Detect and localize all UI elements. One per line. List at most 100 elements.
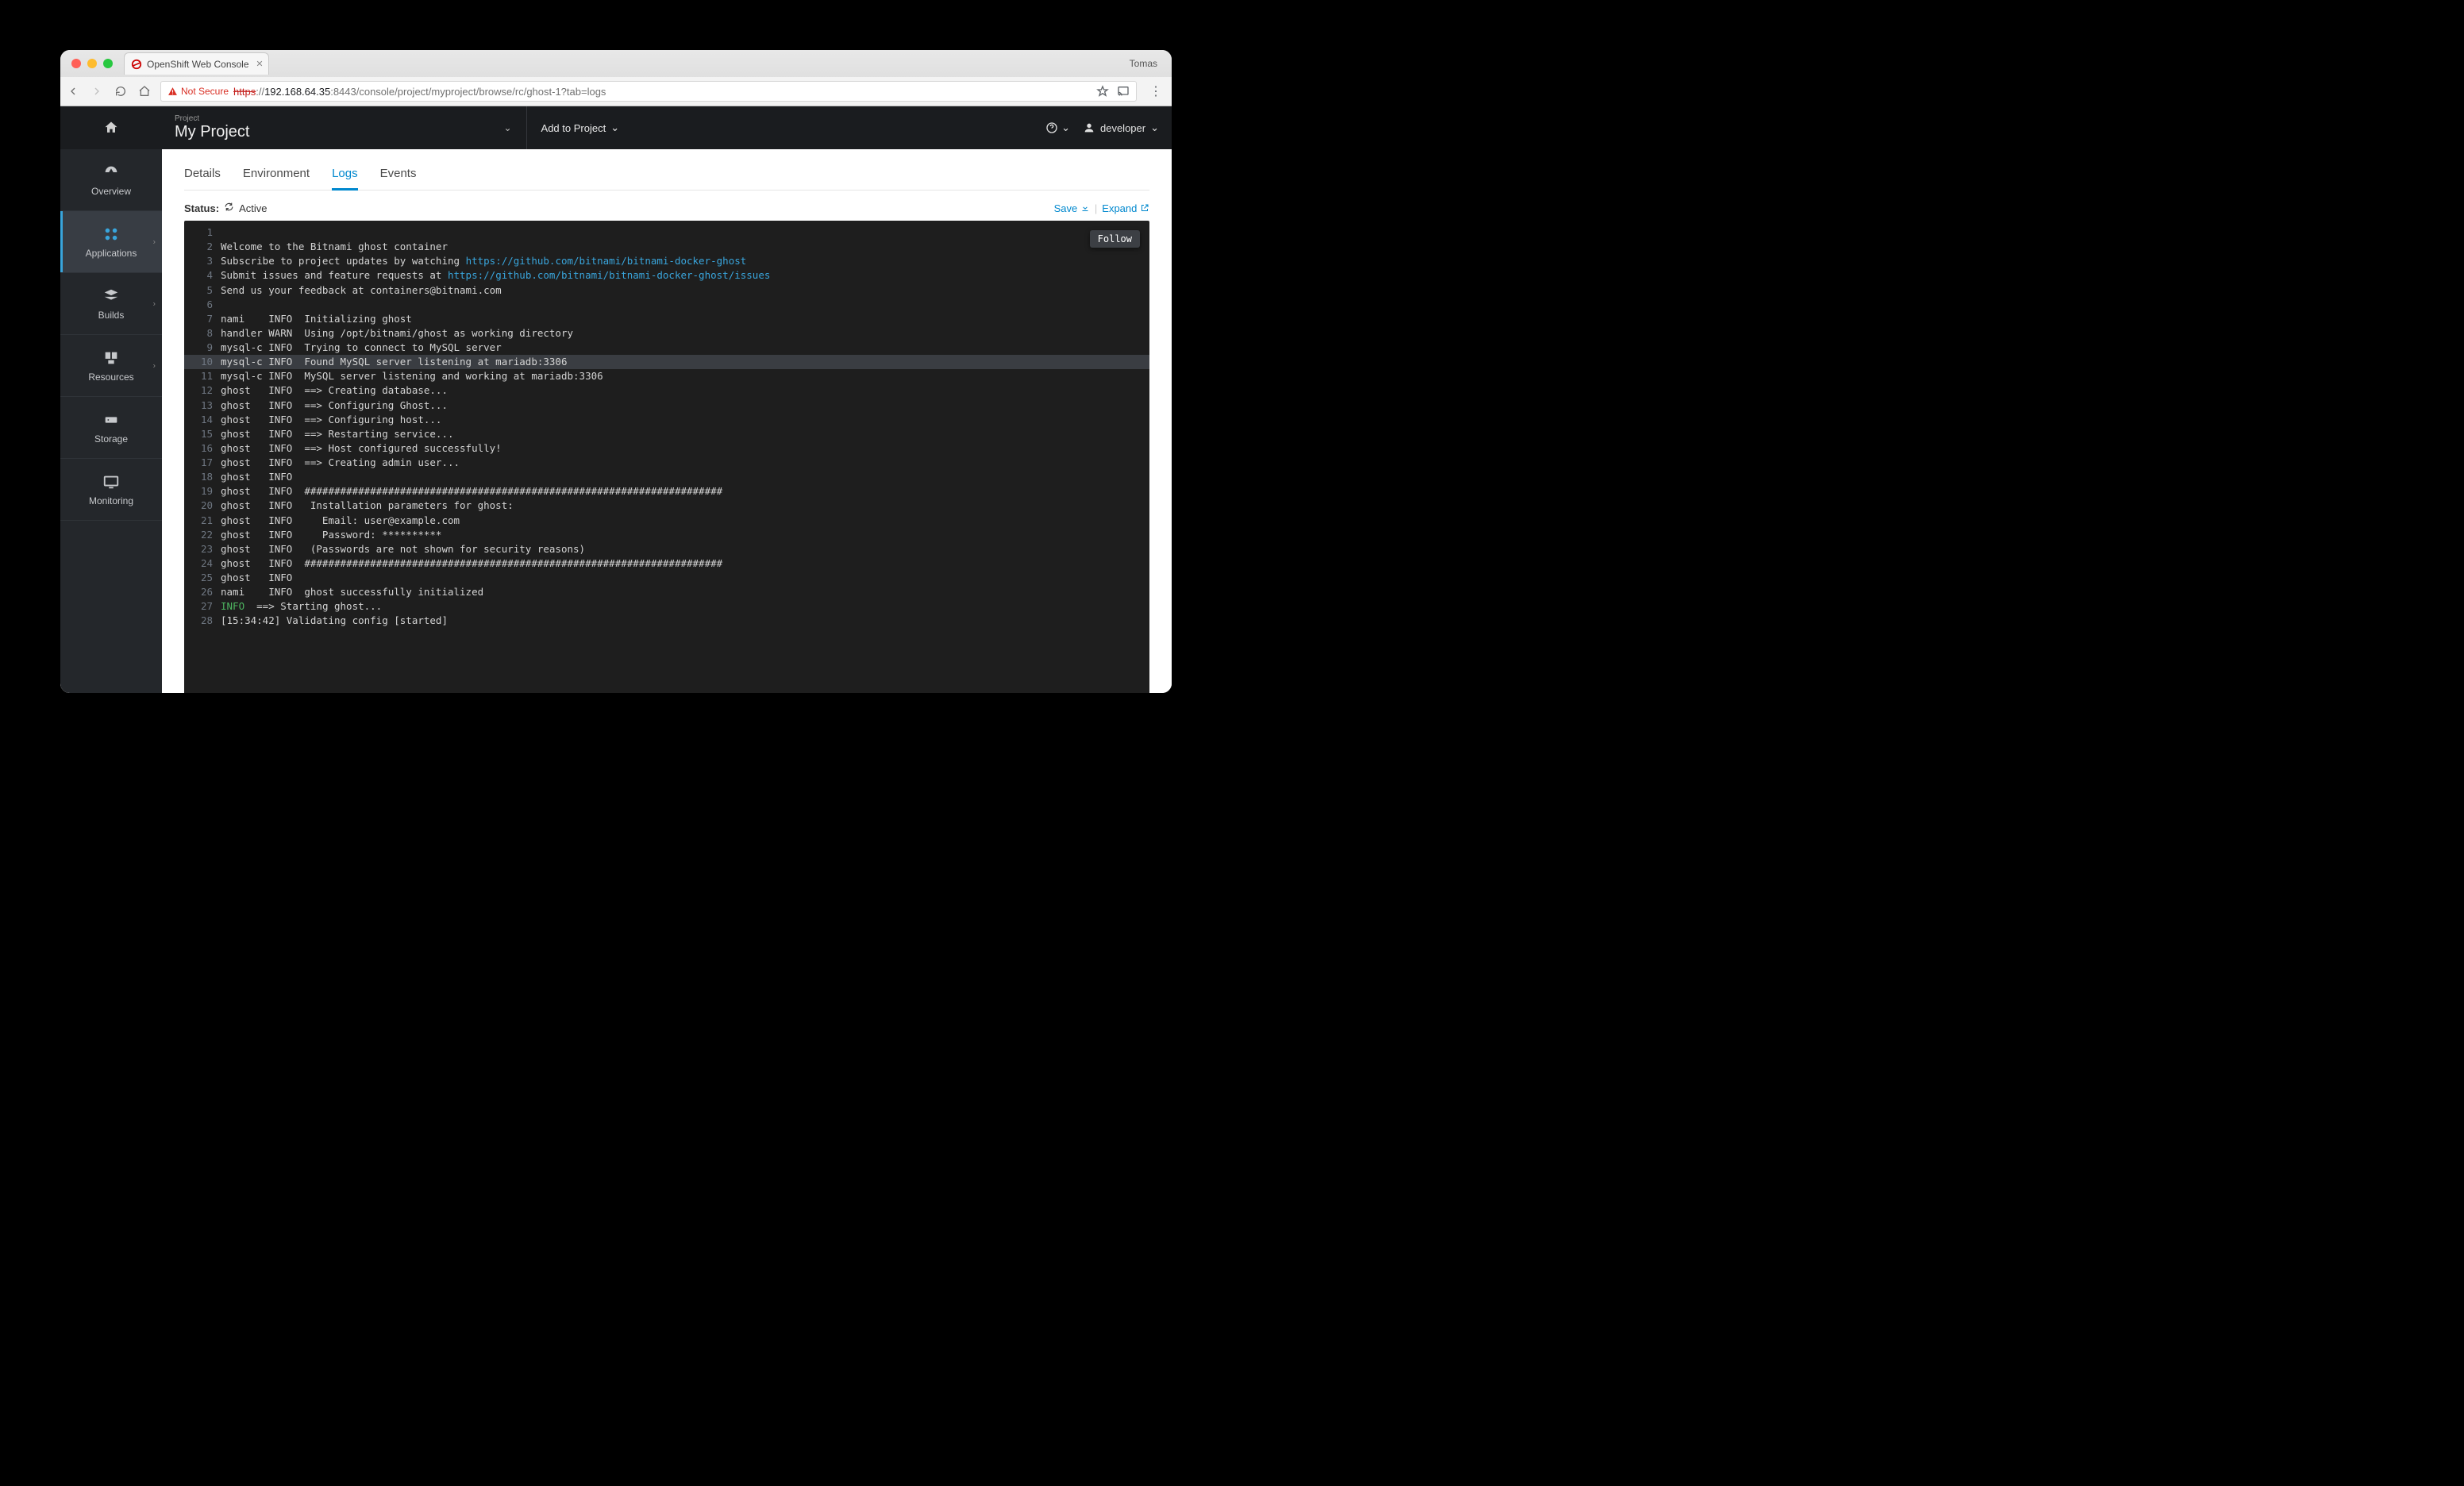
log-text: mysql-c INFO Trying to connect to MySQL … xyxy=(221,341,1149,355)
log-text: ghost INFO ==> Creating admin user... xyxy=(221,456,1149,470)
tab-logs[interactable]: Logs xyxy=(332,162,358,191)
line-number: 5 xyxy=(184,283,221,298)
applications-icon xyxy=(102,225,120,243)
log-text: Welcome to the Bitnami ghost container xyxy=(221,240,1149,254)
divider: | xyxy=(1095,202,1097,214)
sidebar-item-overview[interactable]: Overview xyxy=(60,149,162,211)
cast-icon[interactable] xyxy=(1117,85,1130,98)
sidebar-item-storage[interactable]: Storage xyxy=(60,397,162,459)
log-line: 4Submit issues and feature requests at h… xyxy=(184,268,1149,283)
add-to-project-button[interactable]: Add to Project ⌄ xyxy=(541,121,620,134)
browser-profile[interactable]: Tomas xyxy=(1130,58,1165,69)
sidebar-item-monitoring[interactable]: Monitoring xyxy=(60,459,162,521)
header-right: ⌄ developer ⌄ xyxy=(1045,121,1159,134)
log-line: 10mysql-c INFO Found MySQL server listen… xyxy=(184,355,1149,369)
minimize-window-icon[interactable] xyxy=(87,59,97,68)
log-line: 5Send us your feedback at containers@bit… xyxy=(184,283,1149,298)
log-line: 15ghost INFO ==> Restarting service... xyxy=(184,427,1149,441)
line-number: 11 xyxy=(184,369,221,383)
expand-log-button[interactable]: Expand xyxy=(1102,202,1149,214)
url-display: https://192.168.64.35:8443/console/proje… xyxy=(233,86,606,98)
log-line: 21ghost INFO Email: user@example.com xyxy=(184,514,1149,528)
log-text xyxy=(221,225,1149,240)
chevron-down-icon[interactable]: ⌄ xyxy=(503,122,511,133)
sidebar-item-label: Monitoring xyxy=(89,495,133,506)
log-line: 11mysql-c INFO MySQL server listening an… xyxy=(184,369,1149,383)
tab-events[interactable]: Events xyxy=(380,162,417,190)
line-number: 20 xyxy=(184,499,221,513)
chevron-right-icon: › xyxy=(153,361,156,370)
log-text: handler WARN Using /opt/bitnami/ghost as… xyxy=(221,326,1149,341)
app: Overview Applications › Builds › Resourc… xyxy=(60,106,1172,693)
user-icon xyxy=(1083,121,1095,134)
user-label: developer xyxy=(1100,122,1145,134)
warning-triangle-icon xyxy=(167,87,178,97)
log-text: ghost INFO #############################… xyxy=(221,484,1149,499)
close-window-icon[interactable] xyxy=(71,59,81,68)
status-label: Status: xyxy=(184,202,219,214)
main: Project My Project ⌄ Add to Project ⌄ ⌄ xyxy=(162,106,1172,693)
browser-menu-icon[interactable]: ⋮ xyxy=(1146,83,1165,99)
line-number: 19 xyxy=(184,484,221,499)
log-text: Send us your feedback at containers@bitn… xyxy=(221,283,1149,298)
star-icon[interactable] xyxy=(1096,85,1109,98)
log-text: mysql-c INFO MySQL server listening and … xyxy=(221,369,1149,383)
sidebar-item-builds[interactable]: Builds › xyxy=(60,273,162,335)
address-bar[interactable]: Not Secure https://192.168.64.35:8443/co… xyxy=(160,81,1137,102)
browser-tab-title: OpenShift Web Console xyxy=(147,59,249,70)
log-line: 28[15:34:42] Validating config [started] xyxy=(184,614,1149,628)
log-text: ghost INFO (Passwords are not shown for … xyxy=(221,542,1149,556)
log-lines: 12Welcome to the Bitnami ghost container… xyxy=(184,221,1149,633)
log-link[interactable]: https://github.com/bitnami/bitnami-docke… xyxy=(466,255,747,267)
line-number: 4 xyxy=(184,268,221,283)
browser-toolbar: Not Secure https://192.168.64.35:8443/co… xyxy=(60,77,1172,106)
log-text xyxy=(221,298,1149,312)
chevron-right-icon: › xyxy=(153,299,156,308)
reload-icon[interactable] xyxy=(114,85,127,98)
log-text: ghost INFO xyxy=(221,571,1149,585)
log-viewer[interactable]: Follow 12Welcome to the Bitnami ghost co… xyxy=(184,221,1149,693)
line-number: 1 xyxy=(184,225,221,240)
sidebar-home[interactable] xyxy=(60,106,162,149)
follow-button[interactable]: Follow xyxy=(1090,230,1140,248)
tab-environment[interactable]: Environment xyxy=(243,162,310,190)
back-icon[interactable] xyxy=(67,85,79,98)
line-number: 7 xyxy=(184,312,221,326)
log-text: ghost INFO ==> Host configured successfu… xyxy=(221,441,1149,456)
log-text: ghost INFO ==> Restarting service... xyxy=(221,427,1149,441)
project-selector[interactable]: Project My Project xyxy=(175,114,249,142)
add-to-project-label: Add to Project xyxy=(541,122,606,134)
log-line: 6 xyxy=(184,298,1149,312)
tab-details[interactable]: Details xyxy=(184,162,221,190)
chevron-down-icon: ⌄ xyxy=(610,121,619,134)
line-number: 9 xyxy=(184,341,221,355)
browser-tab[interactable]: OpenShift Web Console ✕ xyxy=(124,52,269,75)
log-text: ghost INFO ==> Configuring Ghost... xyxy=(221,398,1149,413)
tabs: Details Environment Logs Events xyxy=(184,162,1149,191)
forward-icon[interactable] xyxy=(90,85,103,98)
user-menu[interactable]: developer ⌄ xyxy=(1083,121,1159,134)
dashboard-icon xyxy=(102,164,120,181)
log-text: ghost INFO #############################… xyxy=(221,556,1149,571)
storage-icon xyxy=(102,411,120,429)
log-link[interactable]: https://github.com/bitnami/bitnami-docke… xyxy=(448,269,770,281)
home-icon[interactable] xyxy=(138,85,151,98)
log-actions: Save | Expand xyxy=(1054,202,1149,214)
line-number: 13 xyxy=(184,398,221,413)
sidebar-item-resources[interactable]: Resources › xyxy=(60,335,162,397)
browser-tab-row: OpenShift Web Console ✕ Tomas xyxy=(60,50,1172,77)
save-log-button[interactable]: Save xyxy=(1054,202,1090,214)
maximize-window-icon[interactable] xyxy=(103,59,113,68)
line-number: 15 xyxy=(184,427,221,441)
line-number: 24 xyxy=(184,556,221,571)
close-tab-icon[interactable]: ✕ xyxy=(256,59,263,69)
sidebar-item-applications[interactable]: Applications › xyxy=(60,211,162,273)
sidebar-item-label: Resources xyxy=(88,372,133,383)
log-text: mysql-c INFO Found MySQL server listenin… xyxy=(221,355,1149,369)
log-line: 12ghost INFO ==> Creating database... xyxy=(184,383,1149,398)
help-button[interactable]: ⌄ xyxy=(1045,121,1070,134)
window-controls[interactable] xyxy=(67,59,113,68)
refresh-icon[interactable] xyxy=(224,202,234,214)
log-line: 19ghost INFO ###########################… xyxy=(184,484,1149,499)
log-line: 17ghost INFO ==> Creating admin user... xyxy=(184,456,1149,470)
